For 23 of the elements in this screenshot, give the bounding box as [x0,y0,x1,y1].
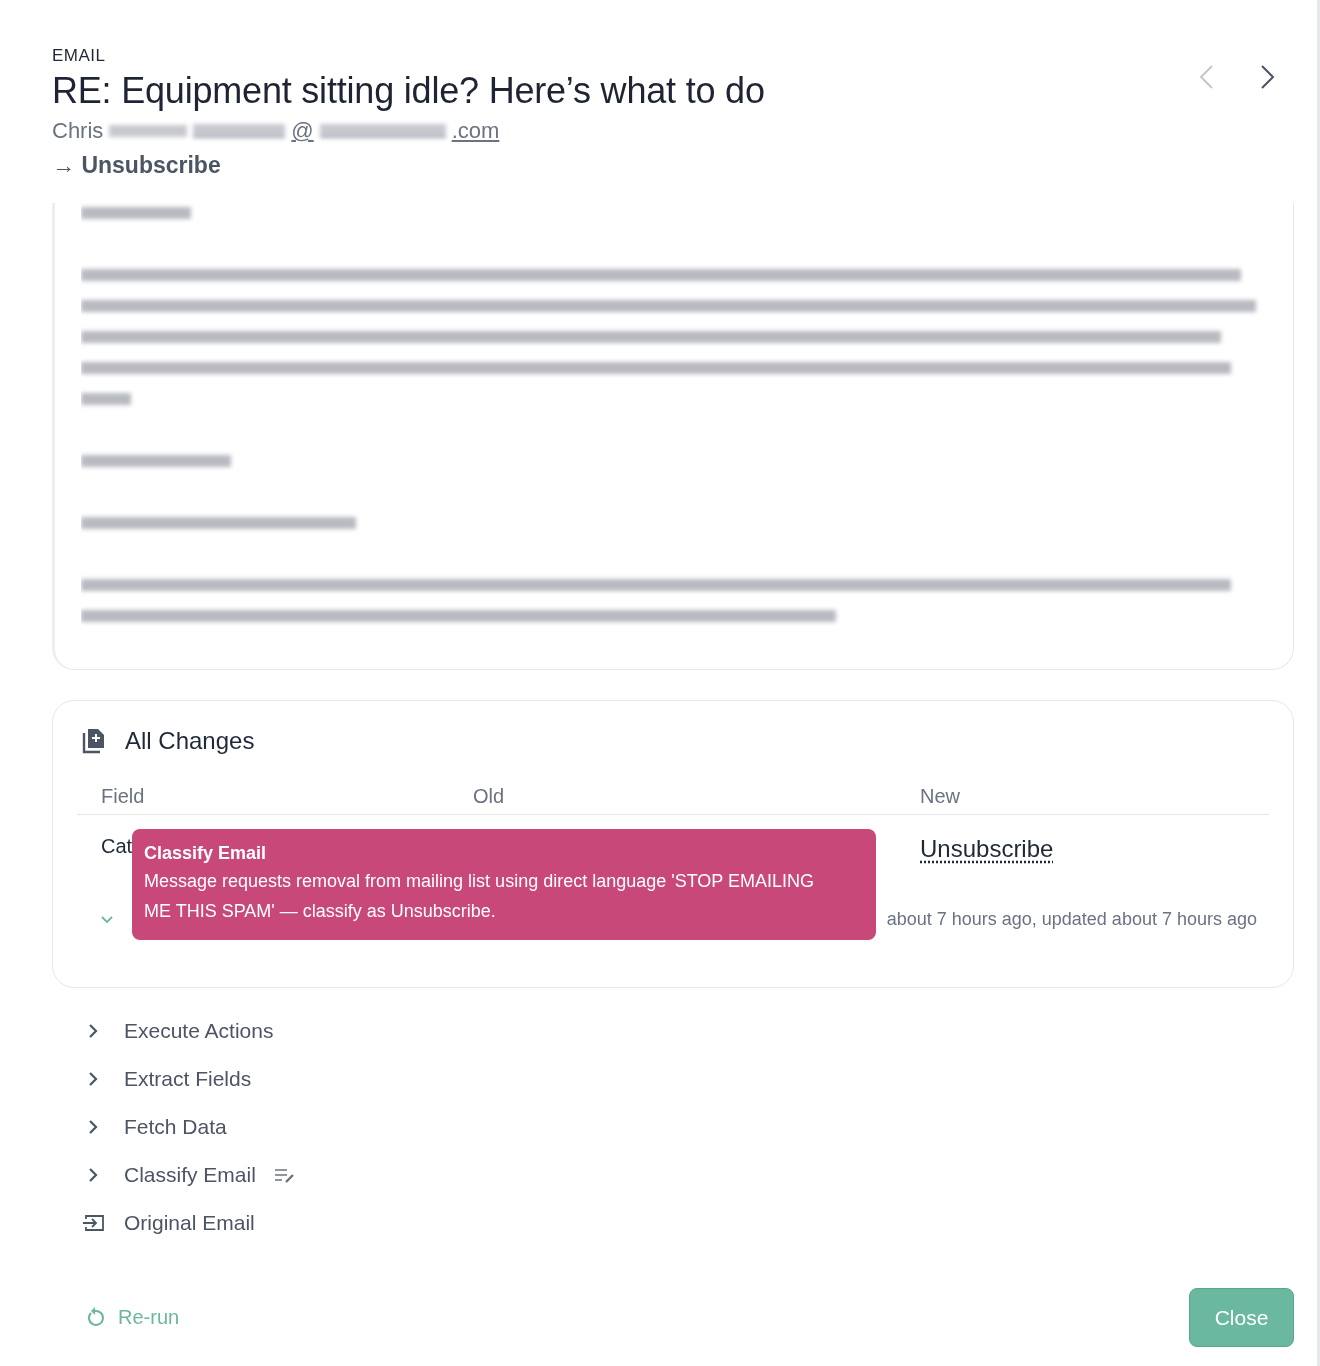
sender-name: Chris [52,118,104,144]
timestamp-text: about 7 hours ago, updated about 7 hours ago [886,909,1257,930]
tooltip-text: Message requests removal from mailing list using direct language 'STOP EMAILING ME THIS SPAM' — classify as Unsubscribe. [144,870,816,923]
classification-label: → Unsubscribe [52,152,222,179]
email-link[interactable]: .com [451,118,500,144]
table-cell: Unsubscribe [920,835,1054,863]
edit-notes-icon [273,1166,296,1184]
step-label[interactable]: Extract Fields [124,1067,252,1091]
email-subject: RE: Equipment sitting idle? Here’s what to do [52,70,765,112]
email-link[interactable]: @ [291,118,314,144]
section-label: EMAIL [52,46,107,66]
document-add-icon [81,727,107,755]
column-header: Field [101,785,146,808]
step-label[interactable]: Classify Email [124,1163,256,1187]
column-header: New [920,785,961,808]
column-header: Old [473,785,506,808]
input-icon [82,1213,106,1233]
step-label[interactable]: Execute Actions [124,1019,274,1043]
step-label[interactable]: Fetch Data [124,1115,227,1139]
table-cell-text: Cat [101,835,133,859]
step-label[interactable]: Original Email [124,1211,255,1235]
card-title: All Changes [125,727,255,755]
tooltip-title: Classify Email [144,843,268,864]
